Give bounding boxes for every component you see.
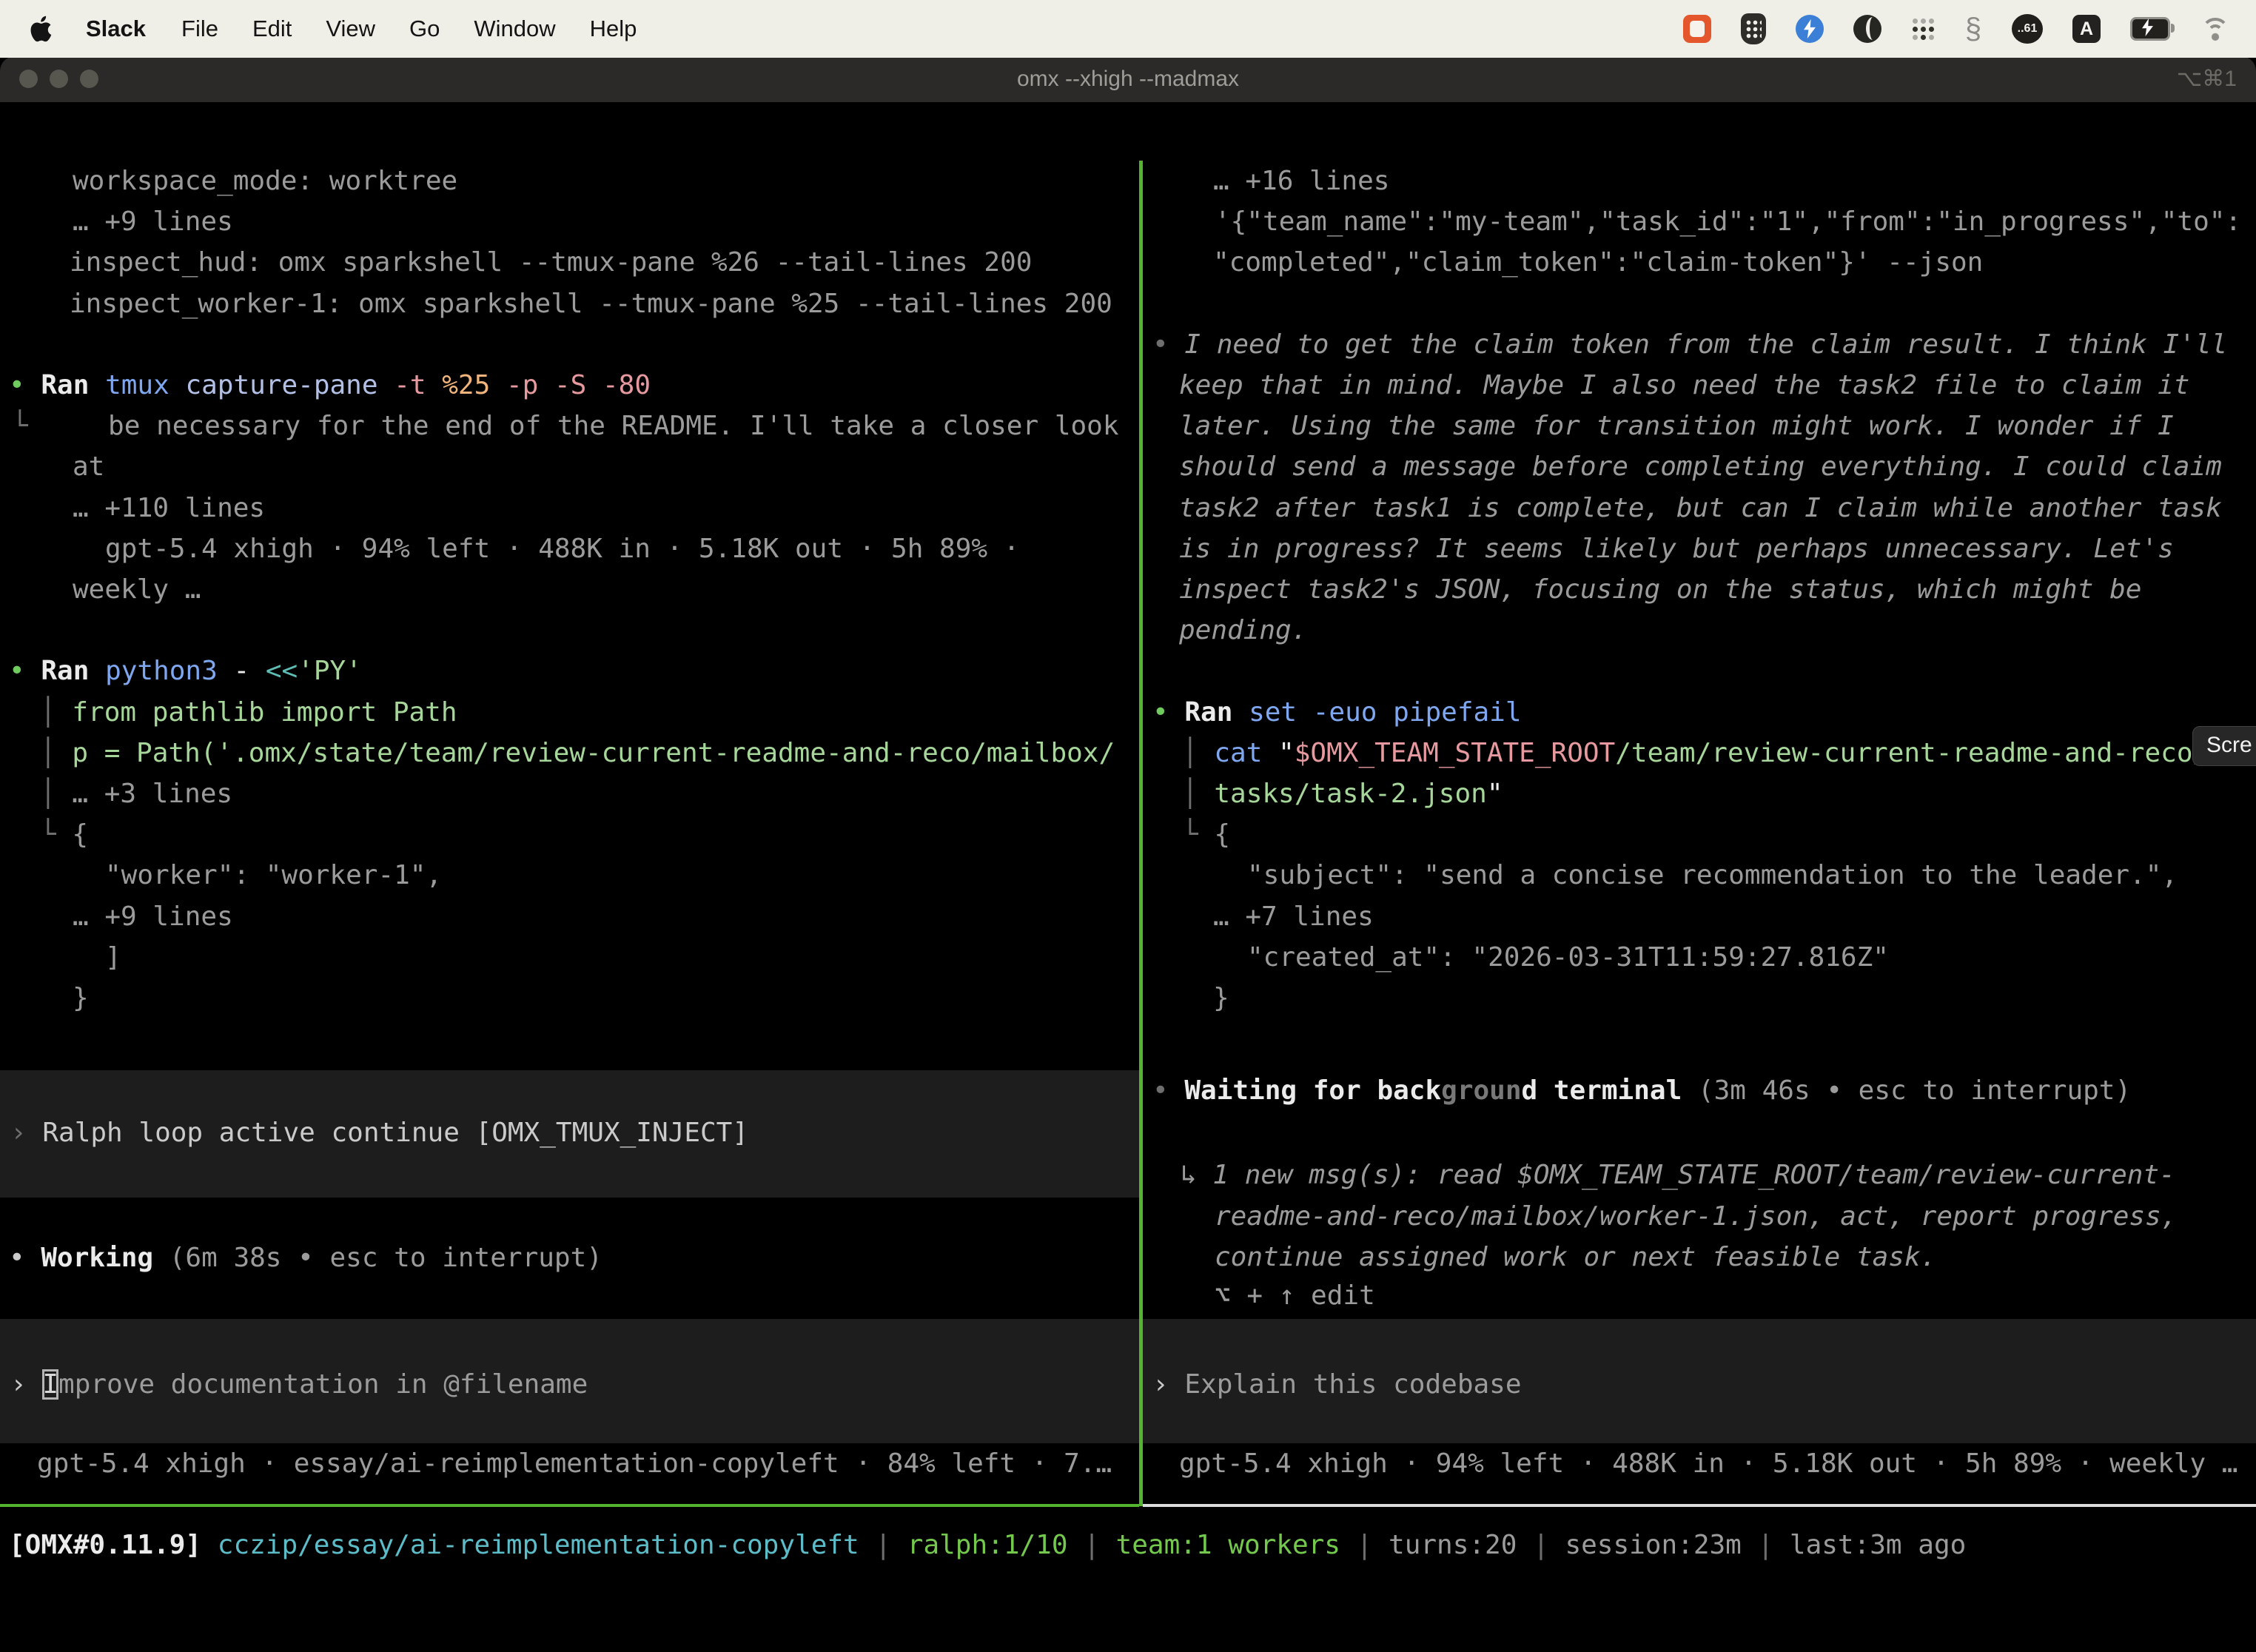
- terminal-line: • Ran python3 - <<'PY': [9, 651, 362, 691]
- dots-grid-icon[interactable]: [1911, 17, 1935, 41]
- hud-status-line: [OMX#0.11.9] cczip/essay/ai-reimplementa…: [9, 1525, 1966, 1565]
- terminal-line: continue assigned work or next feasible …: [1215, 1237, 1936, 1277]
- terminal-line: ]: [105, 937, 121, 978]
- menubar-status-icons: ..61 A: [1683, 13, 2256, 44]
- terminal-line: keep that in mind. Maybe I also need the…: [1179, 365, 2189, 406]
- terminal-line: • I need to get the claim token from the…: [1152, 324, 2227, 365]
- menu-view[interactable]: View: [326, 16, 375, 42]
- terminal-line: │ p = Path('.omx/state/team/review-curre…: [40, 733, 1115, 773]
- terminal-line: • Ran set -euo pipefail: [1152, 692, 1522, 733]
- terminal-line: … +16 lines: [1213, 161, 1389, 201]
- terminal-line: task2 after task1 is complete, but can I…: [1179, 488, 2222, 528]
- menu-help[interactable]: Help: [590, 16, 637, 42]
- terminal-line: … +110 lines: [73, 488, 265, 528]
- terminal-line: is in progress? It seems likely but perh…: [1179, 528, 2174, 569]
- stats-badge-icon[interactable]: ..61: [2012, 14, 2043, 44]
- terminal-line: inspect_hud: omx sparkshell --tmux-pane …: [70, 242, 1032, 283]
- terminal-line: }: [73, 978, 89, 1018]
- terminal-line: readme-and-reco/mailbox/worker-1.json, a…: [1215, 1196, 2177, 1237]
- titlebar[interactable]: omx --xhigh --madmax ⌥⌘1: [0, 56, 2256, 102]
- terminal-line: • Ran tmux capture-pane -t %25 -p -S -80: [9, 365, 651, 406]
- terminal-line: ↳ 1 new msg(s): read $OMX_TEAM_STATE_ROO…: [1181, 1155, 2175, 1195]
- terminal-line: gpt-5.4 xhigh · 94% left · 488K in · 5.1…: [1179, 1443, 2237, 1484]
- menubar: Slack File Edit View Go Window Help ..61 A: [0, 0, 2256, 58]
- menu-items: File Edit View Go Window Help: [181, 16, 671, 42]
- window-title: omx --xhigh --madmax: [0, 56, 2256, 102]
- menu-file[interactable]: File: [181, 16, 218, 42]
- shield-grid-icon[interactable]: [1741, 13, 1766, 44]
- terminal-line: workspace_mode: worktree: [73, 161, 457, 201]
- terminal-line: └ {: [40, 814, 88, 855]
- terminal-line: }: [1213, 978, 1229, 1018]
- terminal-line: • Working (6m 38s • esc to interrupt): [9, 1238, 602, 1278]
- terminal-line: › Explain this codebase: [1152, 1364, 1522, 1405]
- terminal-line: inspect task2's JSON, focusing on the st…: [1179, 569, 2141, 610]
- apple-icon[interactable]: [30, 14, 55, 44]
- screen: Slack File Edit View Go Window Help ..61 A omx…: [0, 0, 2256, 1652]
- terminal-line: │ from pathlib import Path: [40, 692, 457, 733]
- menu-window[interactable]: Window: [474, 16, 555, 42]
- terminal-line: … +9 lines: [73, 896, 233, 937]
- terminal-line: inspect_worker-1: omx sparkshell --tmux-…: [70, 283, 1112, 324]
- menu-go[interactable]: Go: [409, 16, 440, 42]
- window-shortcut-hint: ⌥⌘1: [2177, 56, 2237, 102]
- terminal-line: later. Using the same for transition mig…: [1179, 406, 2174, 446]
- terminal-line: gpt-5.4 xhigh · 94% left · 488K in · 5.1…: [105, 528, 1019, 569]
- terminal-line: └ {: [1182, 814, 1230, 855]
- terminal-line: "created_at": "2026-03-31T11:59:27.816Z": [1247, 937, 1889, 978]
- terminal-line: › Improve documentation in @filename: [10, 1364, 588, 1405]
- battery-icon[interactable]: [2130, 17, 2170, 41]
- menubar-left: Slack File Edit View Go Window Help: [0, 14, 671, 44]
- terminal-line: │ tasks/task-2.json": [1182, 773, 1503, 814]
- screen-tooltip-overlay: Scre: [2192, 726, 2256, 766]
- terminal-line: … +7 lines: [1213, 896, 1374, 937]
- terminal-line: at: [73, 446, 104, 487]
- terminal-line: › Ralph loop active continue [OMX_TMUX_I…: [10, 1112, 748, 1153]
- terminal-line: "subject": "send a concise recommendatio…: [1247, 855, 2178, 896]
- wifi-icon[interactable]: [2200, 16, 2231, 41]
- right-pane-border: [1143, 1504, 2256, 1507]
- blue-bolt-icon[interactable]: [1796, 15, 1824, 43]
- terminal-line: pending.: [1179, 610, 1307, 651]
- right-pane[interactable]: … +16 lines'{"team_name":"my-team","task…: [1143, 158, 2256, 1504]
- squiggle-icon[interactable]: [1964, 13, 1982, 44]
- active-app-name[interactable]: Slack: [86, 16, 146, 42]
- slack-notification-icon[interactable]: [1683, 15, 1711, 43]
- terminal-line: • Waiting for background terminal (3m 46…: [1152, 1070, 2131, 1111]
- terminal-line: … +9 lines: [73, 201, 233, 242]
- terminal-line: "worker": "worker-1",: [105, 855, 442, 896]
- terminal-line: '{"team_name":"my-team","task_id":"1","f…: [1215, 201, 2241, 242]
- letter-a-app-icon[interactable]: A: [2072, 15, 2101, 43]
- terminal-line: should send a message before completing …: [1179, 446, 2222, 487]
- terminal-line: └ be necessary for the end of the README…: [12, 406, 1119, 446]
- crescent-app-icon[interactable]: [1853, 15, 1881, 43]
- terminal-line: weekly …: [73, 569, 201, 610]
- pane-divider[interactable]: [1139, 161, 1143, 1506]
- menu-edit[interactable]: Edit: [252, 16, 292, 42]
- terminal-line: gpt-5.4 xhigh · essay/ai-reimplementatio…: [37, 1443, 1112, 1484]
- letter-a-app-icon-label: A: [2072, 15, 2101, 43]
- stats-badge-icon-label: ..61: [2012, 14, 2043, 44]
- left-pane[interactable]: workspace_mode: worktree… +9 linesinspec…: [0, 158, 1139, 1504]
- terminal-line: "completed","claim_token":"claim-token"}…: [1213, 242, 1983, 283]
- terminal-line: ⌥ + ↑ edit: [1215, 1275, 1375, 1316]
- terminal-window: omx --xhigh --madmax ⌥⌘1 workspace_mode:…: [0, 56, 2256, 1649]
- left-pane-active-border: [0, 1504, 1139, 1507]
- terminal-line: │ cat "$OMX_TEAM_STATE_ROOT/team/review-…: [1182, 733, 2209, 773]
- terminal-line: │ … +3 lines: [40, 773, 232, 814]
